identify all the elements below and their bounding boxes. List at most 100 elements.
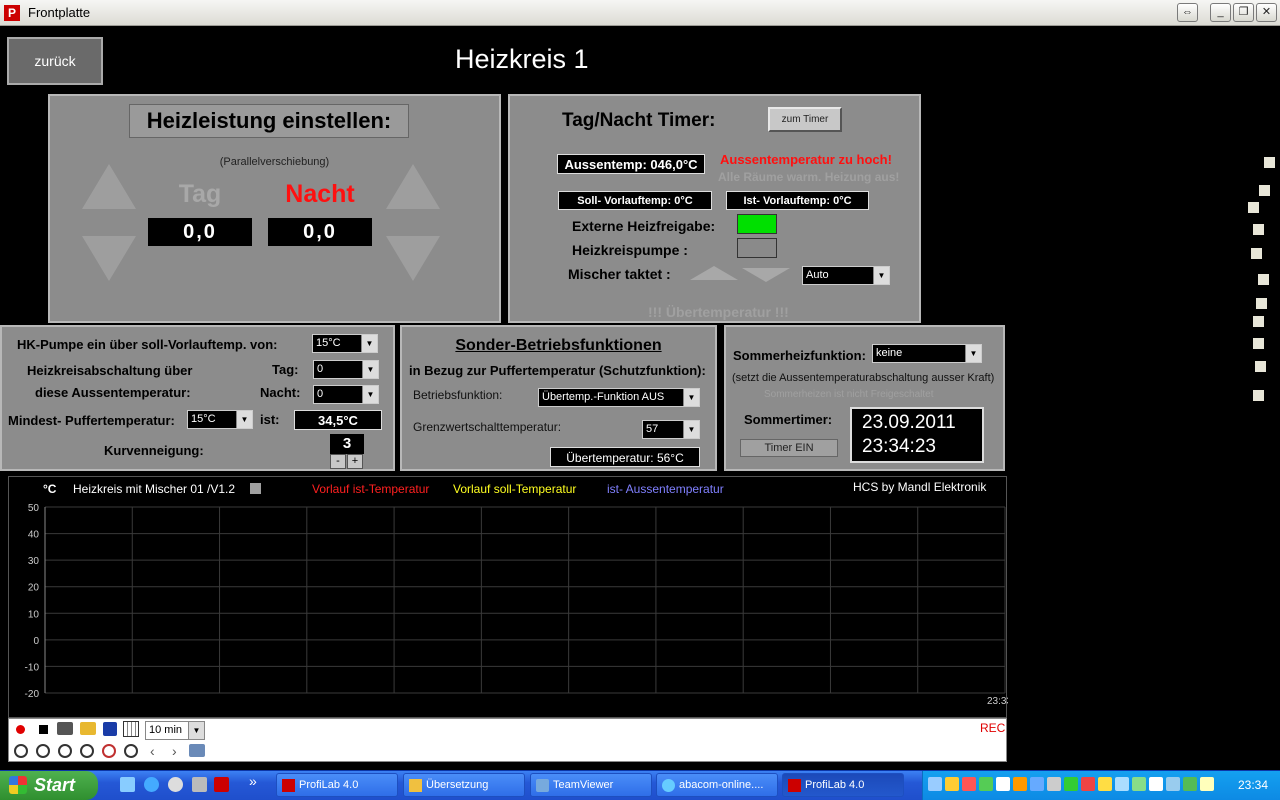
calculator-icon[interactable] (192, 777, 207, 792)
tray-icon[interactable] (1166, 777, 1180, 791)
tray-icon[interactable] (1183, 777, 1197, 791)
zoom-reset-icon[interactable] (102, 744, 116, 758)
chevron-down-icon: ▼ (683, 421, 699, 438)
tray-icon[interactable] (962, 777, 976, 791)
mischer-up-arrow-icon (690, 266, 738, 280)
print-icon[interactable] (57, 722, 73, 735)
abschaltung-label-2: diese Aussentemperatur: (35, 385, 191, 400)
kurvenneigung-minus-button[interactable]: - (330, 454, 346, 469)
y-tick-label: 40 (28, 530, 40, 541)
tray-icon[interactable] (1115, 777, 1129, 791)
tray-icon[interactable] (1030, 777, 1044, 791)
settings-panel: HK-Pumpe ein über soll-Vorlauftemp. von:… (0, 325, 395, 471)
timer-ein-button[interactable]: Timer EIN (740, 439, 838, 457)
save-icon[interactable] (103, 722, 117, 736)
tag-select[interactable]: 0 ▼ (313, 360, 379, 379)
tray-icon[interactable] (1081, 777, 1095, 791)
tray-icon[interactable] (928, 777, 942, 791)
zoom-x-icon[interactable] (36, 744, 50, 758)
y-tick-label: 20 (28, 583, 40, 594)
sommer-note: (setzt die Aussentemperaturabschaltung a… (732, 372, 995, 384)
indicator-square (1258, 274, 1269, 285)
minimize-button[interactable]: _ (1210, 3, 1231, 22)
tray-icon[interactable] (1047, 777, 1061, 791)
soll-vorlauftemp: Soll- Vorlauftemp: 0°C (558, 191, 712, 210)
taskbar-app-icon-active (788, 779, 801, 792)
betriebsfunktion-select[interactable]: Übertemp.-Funktion AUS ▼ (538, 388, 700, 407)
media-player-icon[interactable] (168, 777, 183, 792)
sommer-date: 23.09.2011 (862, 412, 956, 433)
sonder-subtitle: in Bezug zur Puffertemperatur (Schutzfun… (409, 363, 706, 378)
tag-up-arrow-icon[interactable] (82, 164, 136, 209)
grid-table-icon[interactable] (123, 721, 139, 737)
chevron-right-icon[interactable]: › (172, 743, 177, 759)
tray-icon[interactable] (1013, 777, 1027, 791)
zoom-in-icon[interactable] (14, 744, 28, 758)
tray-icon[interactable] (996, 777, 1010, 791)
export-icon[interactable] (189, 744, 205, 757)
sommerheizfunktion-select[interactable]: keine ▼ (872, 344, 982, 363)
mischer-label: Mischer taktet : (568, 266, 671, 282)
close-button[interactable]: ✕ (1256, 3, 1277, 22)
chevron-down-icon: ▼ (236, 411, 252, 428)
zoom-y-icon[interactable] (58, 744, 72, 758)
maximize-button[interactable]: ❐ (1233, 3, 1254, 22)
tray-icon[interactable] (1200, 777, 1214, 791)
tray-icon[interactable] (979, 777, 993, 791)
chart-unit: °C (43, 482, 57, 496)
stop-icon[interactable] (39, 725, 48, 734)
uebertemperatur-value: Übertemperatur: 56°C (550, 447, 700, 467)
profilab-quick-icon[interactable] (214, 777, 229, 792)
tray-icon[interactable] (1098, 777, 1112, 791)
tag-value: 0,0 (148, 218, 252, 246)
sonder-panel: Sonder-Betriebsfunktionen in Bezug zur P… (400, 325, 717, 471)
chevron-double-right-icon[interactable]: » (249, 773, 257, 789)
nacht-select[interactable]: 0 ▼ (313, 385, 379, 404)
indicator-square (1264, 157, 1275, 168)
heizleistung-panel: Heizleistung einstellen: (Parallelversch… (48, 94, 501, 323)
chevron-left-icon[interactable]: ‹ (150, 743, 155, 759)
ist-label: ist: (260, 412, 280, 427)
indicator-square (1259, 185, 1270, 196)
y-tick-label: -10 (25, 662, 40, 673)
zoom-fit-icon[interactable] (124, 744, 138, 758)
restore-arrows-icon[interactable]: ⇔ (1177, 3, 1198, 22)
sommerheizfunktion-label: Sommerheizfunktion: (733, 348, 866, 363)
warning-too-hot: Aussentemperatur zu hoch! (720, 152, 892, 167)
nacht-down-arrow-icon[interactable] (386, 236, 440, 281)
tag-down-arrow-icon[interactable] (82, 236, 136, 281)
indicator-square (1253, 390, 1264, 401)
mindest-puffertemp-select[interactable]: 15°C ▼ (187, 410, 253, 429)
betriebsfunktion-label: Betriebsfunktion: (413, 388, 503, 402)
grenzwert-select[interactable]: 57 ▼ (642, 420, 700, 439)
desktop-icon[interactable] (120, 777, 135, 792)
kurvenneigung-value: 3 (330, 434, 364, 454)
nacht-value: 0 (317, 388, 324, 400)
interval-select[interactable]: 10 min ▼ (145, 721, 205, 740)
profilab-icon: P (4, 5, 20, 21)
zoom-out-icon[interactable] (80, 744, 94, 758)
chevron-down-icon: ▼ (362, 361, 378, 378)
tray-icon[interactable] (945, 777, 959, 791)
ie-icon[interactable] (144, 777, 159, 792)
heizleistung-title: Heizleistung einstellen: (129, 104, 409, 138)
hk-pumpe-value: 15°C (316, 337, 341, 349)
mischer-mode-select[interactable]: Auto ▼ (802, 266, 890, 285)
chart-credit: HCS by Mandl Elektronik (853, 480, 987, 494)
kurvenneigung-plus-button[interactable]: + (347, 454, 363, 469)
hk-pumpe-select[interactable]: 15°C ▼ (312, 334, 378, 353)
record-icon[interactable] (16, 725, 25, 734)
nacht-up-arrow-icon[interactable] (386, 164, 440, 209)
sommer-note-disabled: Sommerheizen ist nicht Freigeschaltet (764, 389, 934, 400)
y-tick-label: 50 (28, 503, 40, 514)
tag-label: Tag: (272, 362, 299, 377)
tray-icon[interactable] (1064, 777, 1078, 791)
aussentemp-display: Aussentemp: 046,0°C (557, 154, 705, 174)
zum-timer-button[interactable]: zum Timer (768, 107, 842, 132)
indicator-square (1253, 338, 1264, 349)
tray-icon[interactable] (1149, 777, 1163, 791)
tray-icon[interactable] (1132, 777, 1146, 791)
back-button[interactable]: zurück (7, 37, 103, 85)
chart-area: 50 40 30 20 10 0 -10 -20 °C Heizkreis mit Misch… (8, 476, 1008, 718)
open-folder-icon[interactable] (80, 722, 96, 735)
